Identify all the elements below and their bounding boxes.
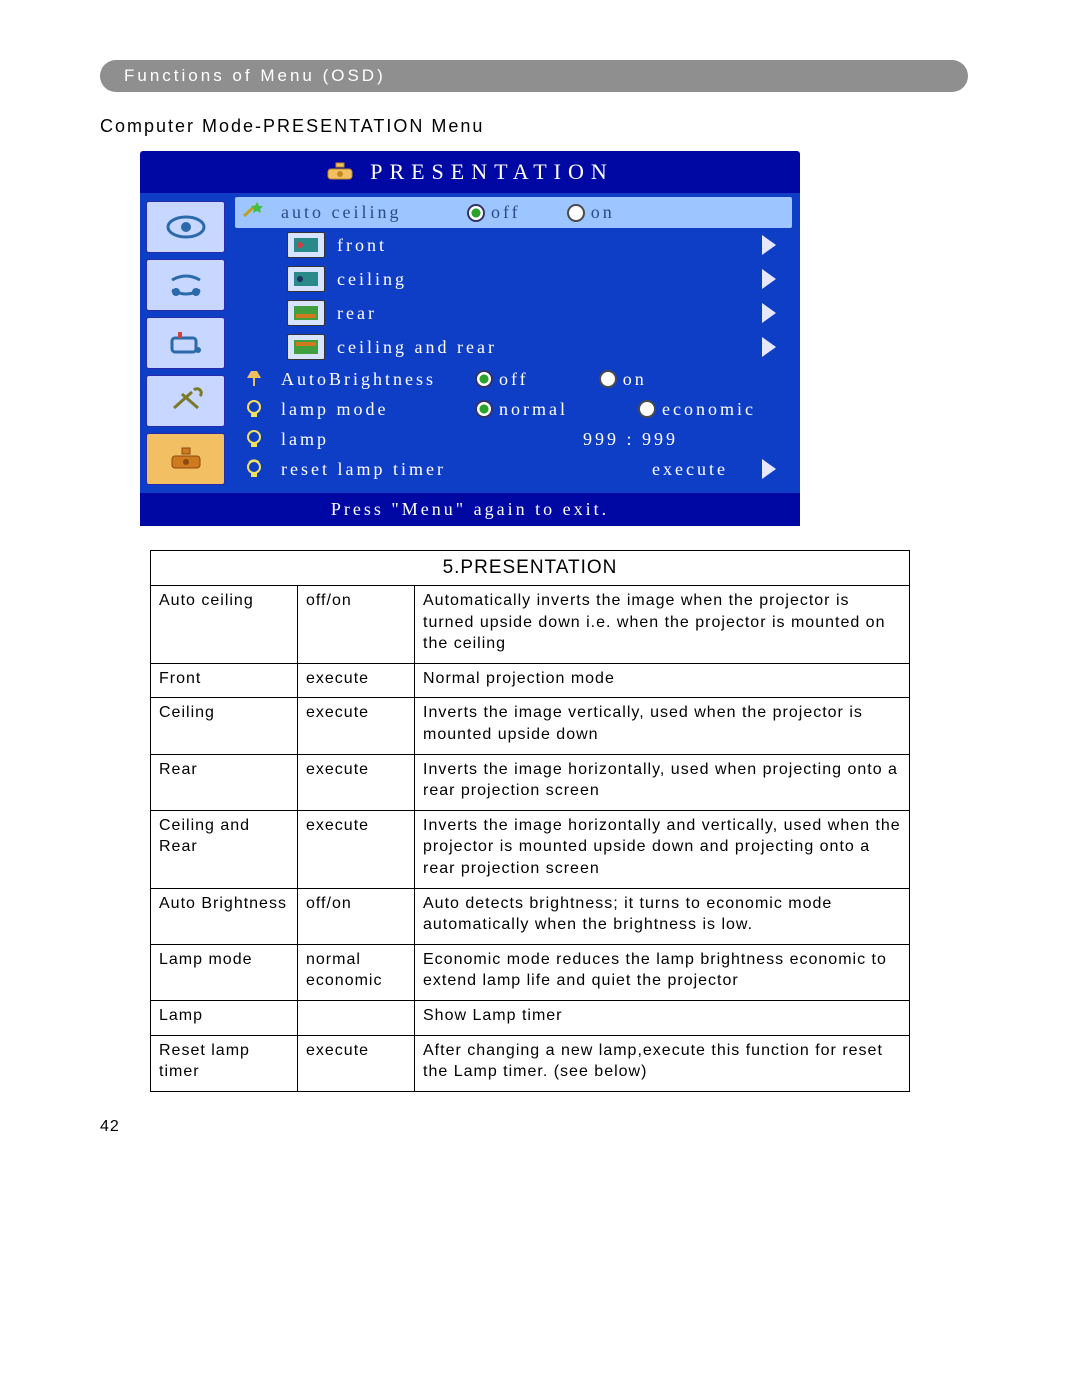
row-ceiling[interactable]: ceiling [235, 262, 792, 296]
osd-footer: Press "Menu" again to exit. [140, 493, 800, 526]
cell-desc: Automatically inverts the image when the… [415, 586, 910, 664]
cell-name: Rear [151, 754, 298, 810]
cell-name: Front [151, 663, 298, 698]
arrow-right-icon [762, 303, 776, 323]
row-lamp: lamp 999 : 999 [235, 424, 792, 454]
lamp-mode-normal-radio[interactable]: normal [475, 399, 568, 420]
table-row: Ceiling and RearexecuteInverts the image… [151, 810, 910, 888]
bulb-icon [241, 398, 267, 420]
table-row: Auto Brightnessoff/onAuto detects bright… [151, 888, 910, 944]
lamp-shade-icon [241, 368, 267, 390]
auto-ceiling-on-radio[interactable]: on [567, 202, 615, 223]
cell-desc: Show Lamp timer [415, 1000, 910, 1035]
ceiling-label: ceiling [337, 269, 750, 290]
arrow-right-icon [762, 269, 776, 289]
wrench-star-icon [241, 200, 265, 225]
table-row: Lamp Show Lamp timer [151, 1000, 910, 1035]
cell-option: normal economic [298, 944, 415, 1000]
page-number: 42 [100, 1118, 1000, 1136]
cell-option [298, 1000, 415, 1035]
tab-audio-icon[interactable] [146, 259, 225, 311]
osd-screenshot: PRESENTATION auto ceiling off on fr [140, 151, 800, 526]
cell-desc: Normal projection mode [415, 663, 910, 698]
table-row: CeilingexecuteInverts the image vertical… [151, 698, 910, 754]
description-table: 5.PRESENTATION Auto ceilingoff/onAutomat… [150, 550, 910, 1092]
row-lamp-mode[interactable]: lamp mode normal economic [235, 394, 792, 424]
cell-name: Lamp [151, 1000, 298, 1035]
arrow-right-icon [762, 235, 776, 255]
rear-label: rear [337, 303, 750, 324]
cell-option: execute [298, 698, 415, 754]
row-reset-lamp-timer[interactable]: reset lamp timer execute [235, 454, 792, 484]
cell-desc: Auto detects brightness; it turns to eco… [415, 888, 910, 944]
rear-mode-icon [287, 300, 325, 326]
tab-display-icon[interactable] [146, 201, 225, 253]
reset-lamp-label: reset lamp timer [281, 459, 501, 480]
table-row: RearexecuteInverts the image horizontall… [151, 754, 910, 810]
lamp-mode-label: lamp mode [281, 399, 461, 420]
lamp-mode-economic-radio[interactable]: economic [638, 399, 756, 420]
cell-desc: Economic mode reduces the lamp brightnes… [415, 944, 910, 1000]
section-header-pill: Functions of Menu (OSD) [100, 60, 968, 92]
table-row: Lamp modenormal economicEconomic mode re… [151, 944, 910, 1000]
table-title: 5.PRESENTATION [151, 551, 910, 586]
arrow-right-icon [762, 337, 776, 357]
front-label: front [337, 235, 750, 256]
cell-name: Lamp mode [151, 944, 298, 1000]
table-row: Auto ceilingoff/onAutomatically inverts … [151, 586, 910, 664]
ceiling-rear-mode-icon [287, 334, 325, 360]
lamp-timer-value: 999 : 999 [583, 429, 678, 450]
tab-presentation-icon[interactable] [146, 433, 225, 485]
row-auto-brightness[interactable]: AutoBrightness off on [235, 364, 792, 394]
tab-tools-icon[interactable] [146, 375, 225, 427]
reset-execute-text: execute [652, 459, 728, 480]
auto-ceiling-label: auto ceiling [281, 202, 451, 223]
table-row: FrontexecuteNormal projection mode [151, 663, 910, 698]
cell-name: Reset lamp timer [151, 1035, 298, 1091]
auto-brightness-off-radio[interactable]: off [475, 369, 529, 390]
ceiling-mode-icon [287, 266, 325, 292]
cell-desc: Inverts the image vertically, used when … [415, 698, 910, 754]
row-rear[interactable]: rear [235, 296, 792, 330]
row-auto-ceiling[interactable]: auto ceiling off on [235, 197, 792, 228]
page-subtitle: Computer Mode-PRESENTATION Menu [100, 116, 1000, 137]
auto-brightness-label: AutoBrightness [281, 369, 461, 390]
cell-option: off/on [298, 586, 415, 664]
projector-icon [326, 161, 354, 183]
cell-desc: Inverts the image horizontally and verti… [415, 810, 910, 888]
table-row: Reset lamp timerexecuteAfter changing a … [151, 1035, 910, 1091]
cell-desc: Inverts the image horizontally, used whe… [415, 754, 910, 810]
bulb-reset-icon [241, 458, 267, 480]
osd-title-bar: PRESENTATION [140, 151, 800, 193]
front-mode-icon [287, 232, 325, 258]
cell-name: Auto Brightness [151, 888, 298, 944]
cell-option: off/on [298, 888, 415, 944]
bulb-icon [241, 428, 267, 450]
osd-title-text: PRESENTATION [370, 159, 614, 185]
cell-desc: After changing a new lamp,execute this f… [415, 1035, 910, 1091]
auto-ceiling-off-radio[interactable]: off [467, 202, 521, 223]
cell-option: execute [298, 1035, 415, 1091]
arrow-right-icon [762, 459, 776, 479]
row-ceiling-rear[interactable]: ceiling and rear [235, 330, 792, 364]
row-front[interactable]: front [235, 228, 792, 262]
tab-setup-icon[interactable] [146, 317, 225, 369]
cell-name: Auto ceiling [151, 586, 298, 664]
ceiling-rear-label: ceiling and rear [337, 337, 750, 358]
cell-option: execute [298, 663, 415, 698]
cell-name: Ceiling and Rear [151, 810, 298, 888]
cell-option: execute [298, 754, 415, 810]
osd-tab-column [140, 193, 231, 493]
cell-option: execute [298, 810, 415, 888]
lamp-label: lamp [281, 429, 461, 450]
cell-name: Ceiling [151, 698, 298, 754]
auto-brightness-on-radio[interactable]: on [599, 369, 647, 390]
